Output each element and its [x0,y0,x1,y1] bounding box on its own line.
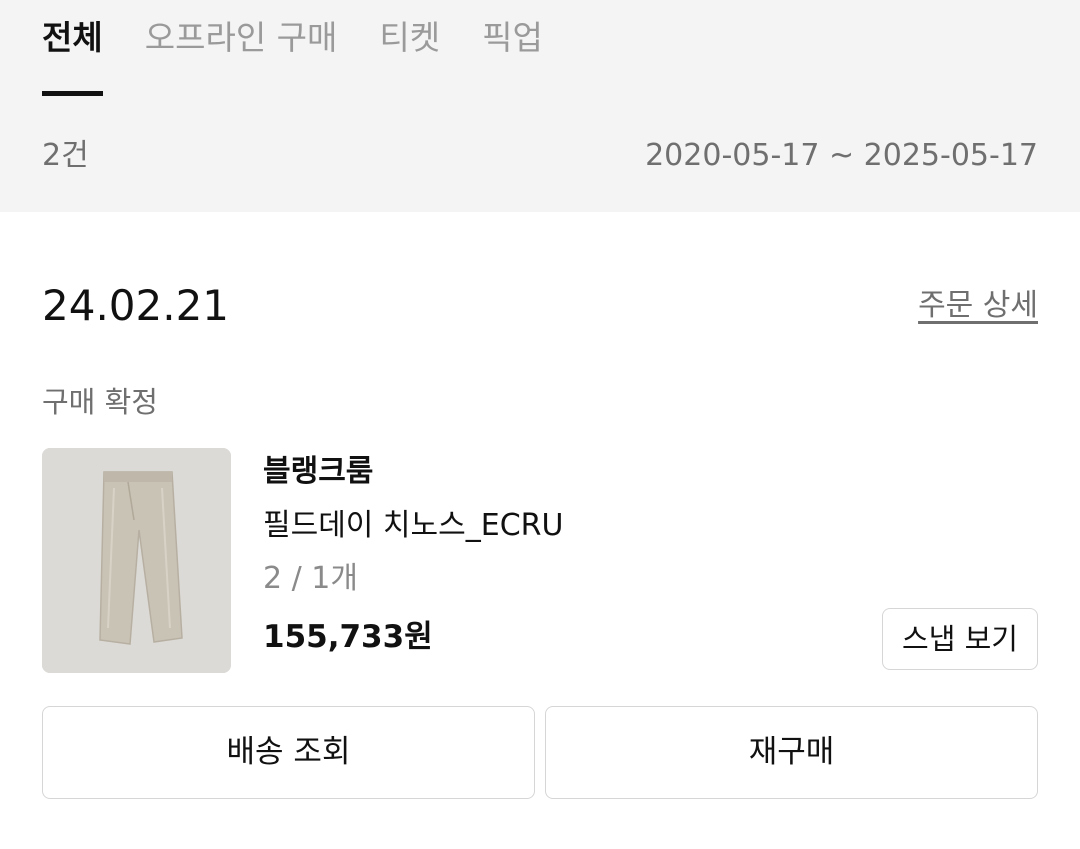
tab-ticket[interactable]: 티켓 [379,0,440,100]
pants-product-image[interactable] [42,448,231,673]
order-detail-link[interactable]: 주문 상세 [918,286,1038,326]
order-date: 24.02.21 [42,281,230,330]
order-count: 2건 [42,138,89,173]
product-name[interactable]: 필드데이 치노스_ECRU [263,506,563,546]
track-delivery-button[interactable]: 배송 조회 [42,706,535,799]
filter-header: 전체 오프라인 구매 티켓 픽업 2건 2020-05-17 ~ 2025-05… [0,0,1080,212]
tab-offline-purchase[interactable]: 오프라인 구매 [145,0,338,100]
product-option: 2 / 1개 [263,561,358,596]
product-brand[interactable]: 블랭크룸 [263,452,373,492]
order-tabs: 전체 오프라인 구매 티켓 픽업 [42,0,585,100]
tab-all[interactable]: 전체 [42,0,103,100]
view-snap-button[interactable]: 스냅 보기 [882,608,1038,670]
order-status: 구매 확정 [42,385,158,419]
product-price: 155,733원 [263,619,433,655]
rebuy-button[interactable]: 재구매 [545,706,1038,799]
date-range-filter[interactable]: 2020-05-17 ~ 2025-05-17 [645,136,1038,176]
tab-pickup[interactable]: 픽업 [482,0,543,100]
pants-icon [42,448,231,673]
